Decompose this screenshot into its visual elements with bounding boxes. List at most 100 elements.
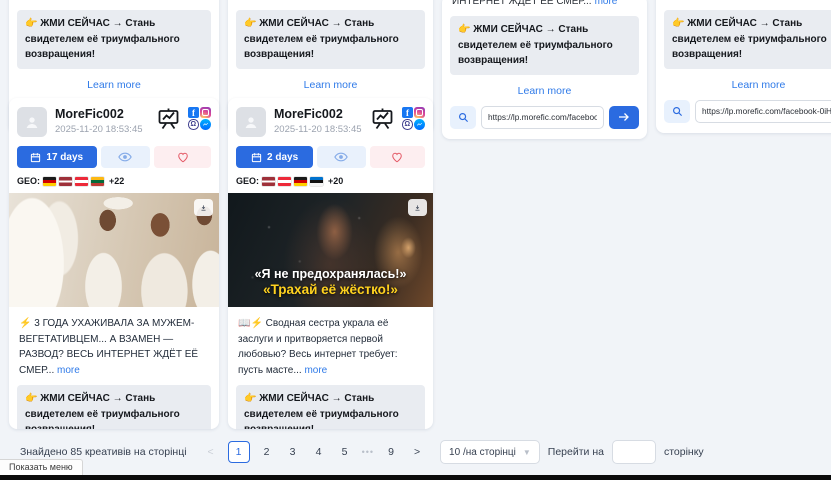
placement-icons: f Ω: [402, 107, 425, 130]
download-icon: [414, 203, 421, 213]
creative-image-rain-glass[interactable]: «Я не предохранялась!» «Трахай её жёстко…: [228, 193, 433, 307]
search-icon: [458, 112, 469, 123]
open-url-button[interactable]: [609, 106, 639, 129]
advertiser-name: MoreFic002: [55, 107, 148, 121]
more-link[interactable]: more: [57, 365, 80, 376]
placement-icons: f Ω: [188, 107, 211, 130]
favorite-button[interactable]: [370, 146, 426, 168]
jump-suffix: сторінку: [664, 446, 704, 458]
geo-more-count[interactable]: +20: [328, 176, 343, 186]
page-size-select[interactable]: 10 /на сторінці ▼: [440, 440, 540, 464]
ad-headline: 👉 ЖМИ СЕЙЧАС → Стань свидетелем её триум…: [236, 385, 425, 429]
ad-headline: 👉 ЖМИ СЕЙЧАС → Стань свидетелем её триум…: [236, 10, 425, 69]
geo-label: GEO:: [17, 176, 40, 186]
calendar-icon: [30, 152, 41, 163]
presentation-chart-icon[interactable]: [156, 107, 181, 131]
page-button-3[interactable]: 3: [284, 442, 302, 462]
ad-text-clipped: ИНТЕРНЕТ ЖДЁТ ЕЁ СМЕР...more: [9, 0, 219, 3]
search-button[interactable]: [664, 100, 690, 123]
geo-more-count[interactable]: +22: [109, 176, 124, 186]
page-button-5[interactable]: 5: [336, 442, 354, 462]
learn-more-link[interactable]: Learn more: [9, 79, 219, 91]
page-button-9[interactable]: 9: [382, 442, 400, 462]
more-link[interactable]: more: [809, 0, 831, 1]
bottom-window-edge: [0, 475, 831, 480]
learn-more-link[interactable]: Learn more: [228, 79, 433, 91]
flag-at-icon: [278, 177, 291, 186]
audience-network-icon: Ω: [188, 119, 199, 130]
page-button-4[interactable]: 4: [310, 442, 328, 462]
facebook-icon: f: [402, 107, 413, 118]
flag-de-icon: [43, 177, 56, 186]
url-row: [656, 100, 831, 123]
page-button-1[interactable]: 1: [228, 441, 250, 463]
search-icon: [672, 106, 683, 117]
creative-card-1: MoreFic002 2025-11-20 18:53:45 f Ω 17 da…: [9, 98, 219, 429]
capture-datetime: 2025-11-20 18:53:45: [55, 124, 148, 135]
download-creative-button[interactable]: [408, 199, 427, 216]
geo-row: GEO: +22: [9, 168, 219, 191]
more-link[interactable]: more: [595, 0, 618, 7]
ad-spy-feed-page: ИНТЕРНЕТ ЖДЁТ ЕЁ СМЕР...more 👉 ЖМИ СЕЙЧА…: [0, 0, 831, 480]
preview-button[interactable]: [101, 146, 151, 168]
page-button-2[interactable]: 2: [258, 442, 276, 462]
pagination-ellipsis[interactable]: •••: [362, 447, 374, 457]
geo-flags: [43, 177, 104, 186]
download-creative-button[interactable]: [194, 199, 213, 216]
days-active-button[interactable]: 2 days: [236, 146, 313, 168]
ad-headline: 👉 ЖМИ СЕЙЧАС → Стань свидетелем её триум…: [17, 10, 211, 69]
header-icons: f Ω: [370, 107, 425, 131]
ad-text-clipped: ИНТЕРНЕТ ЖДЁТ ЕЁ СМЕР...more: [228, 0, 433, 3]
image-overlay-text: «Я не предохранялась!» «Трахай её жёстко…: [228, 267, 433, 297]
profile-row: MoreFic002 2025-11-20 18:53:45 f Ω: [9, 98, 219, 137]
ad-card-top-3: ИНТЕРНЕТ ЖДЁТ ЕЁ СМЕР...more 👉 ЖМИ СЕЙЧА…: [442, 0, 647, 139]
profile-info: MoreFic002 2025-11-20 18:53:45: [55, 107, 148, 135]
arrow-right-icon: [618, 112, 630, 122]
instagram-icon: [414, 107, 425, 118]
action-buttons: 2 days: [236, 146, 425, 168]
audience-network-icon: Ω: [402, 119, 413, 130]
avatar: [17, 107, 47, 137]
geo-row: GEO: +20: [228, 168, 433, 191]
ad-text-clipped: ИНТЕРНЕТ ЖДЁТ ЕЁ СМЕР...more: [656, 0, 831, 3]
landing-url-input[interactable]: [695, 100, 831, 123]
learn-more-link[interactable]: Learn more: [656, 79, 831, 91]
heart-icon: [177, 152, 189, 163]
learn-more-link[interactable]: Learn more: [442, 85, 647, 97]
header-icons: f Ω: [156, 107, 211, 131]
landing-url-input[interactable]: [481, 106, 604, 129]
flag-lv-icon: [59, 177, 72, 186]
ad-card-top-4: ИНТЕРНЕТ ЖДЁТ ЕЁ СМЕР...more 👉 ЖМИ СЕЙЧА…: [656, 0, 831, 133]
search-button[interactable]: [450, 106, 476, 129]
jump-page-input[interactable]: [612, 440, 656, 464]
prev-page-button[interactable]: <: [202, 442, 220, 462]
status-tooltip: Показать меню: [0, 459, 83, 475]
more-link[interactable]: more: [162, 0, 185, 1]
more-link[interactable]: more: [381, 0, 404, 1]
jump-label: Перейти на: [548, 446, 604, 458]
results-count-text: Знайдено 85 креативів на сторінці: [20, 446, 187, 458]
overlay-line-1: «Я не предохранялась!»: [228, 267, 433, 281]
advertiser-name: MoreFic002: [274, 107, 362, 121]
ad-description: ⚡ 3 ГОДА УХАЖИВАЛА ЗА МУЖЕМ-ВЕГЕТАТИВЦЕМ…: [9, 307, 219, 378]
flag-ee-icon: [310, 177, 323, 186]
flag-at-icon: [75, 177, 88, 186]
presentation-chart-icon[interactable]: [370, 107, 395, 131]
favorite-button[interactable]: [154, 146, 211, 168]
creative-image-wedding[interactable]: [9, 193, 219, 307]
ad-description: 📖⚡ Сводная сестра украла её заслуги и пр…: [228, 307, 433, 378]
ad-headline: 👉 ЖМИ СЕЙЧАС → Стань свидетелем её триум…: [664, 10, 831, 69]
creative-card-2: MoreFic002 2025-11-20 18:53:45 f Ω 2 day…: [228, 98, 433, 429]
flag-lt-icon: [91, 177, 104, 186]
capture-datetime: 2025-11-20 18:53:45: [274, 124, 362, 135]
messenger-icon: [200, 119, 211, 130]
flag-lv-icon: [262, 177, 275, 186]
preview-button[interactable]: [317, 146, 365, 168]
pagination-bar: Знайдено 85 креативів на сторінці < 1 2 …: [20, 440, 704, 464]
days-active-button[interactable]: 17 days: [17, 146, 97, 168]
facebook-icon: f: [188, 107, 199, 118]
next-page-button[interactable]: >: [408, 442, 426, 462]
eye-icon: [118, 152, 132, 162]
eye-icon: [334, 152, 348, 162]
more-link[interactable]: more: [304, 365, 327, 376]
